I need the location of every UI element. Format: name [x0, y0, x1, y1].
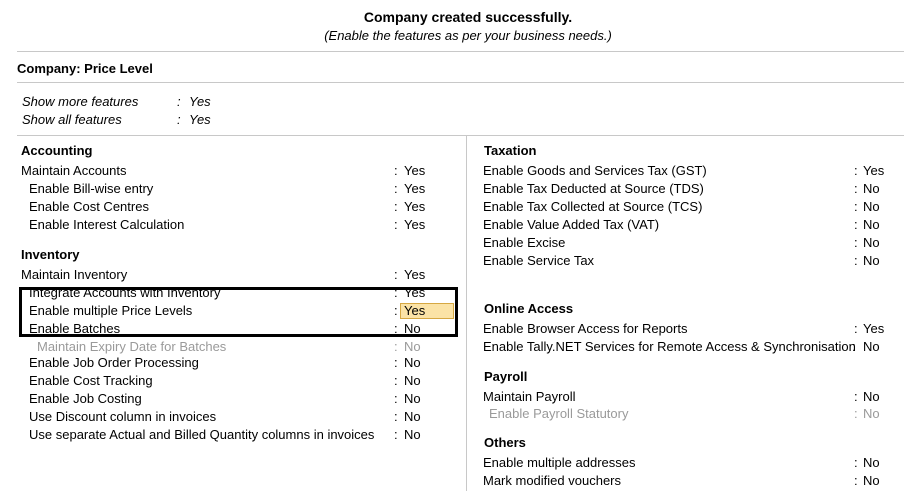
feature-interest-calculation[interactable]: Enable Interest Calculation : Yes [29, 216, 461, 234]
feature-tally-net-services[interactable]: Enable Tally.NET Services for Remote Acc… [483, 338, 901, 356]
feature-maintain-inventory[interactable]: Maintain Inventory : Yes [21, 266, 461, 284]
payroll-heading: Payroll [484, 369, 528, 384]
feature-maintain-accounts[interactable]: Maintain Accounts : Yes [21, 162, 461, 180]
feature-maintain-payroll[interactable]: Maintain Payroll : No [483, 388, 901, 406]
feature-job-costing[interactable]: Enable Job Costing : No [29, 390, 461, 408]
feature-service-tax[interactable]: Enable Service Tax : No [483, 252, 901, 270]
feature-excise[interactable]: Enable Excise : No [483, 234, 901, 252]
feature-job-order-processing[interactable]: Enable Job Order Processing : No [29, 354, 461, 372]
feature-gst[interactable]: Enable Goods and Services Tax (GST) : Ye… [483, 162, 901, 180]
feature-tds[interactable]: Enable Tax Deducted at Source (TDS) : No [483, 180, 901, 198]
feature-payroll-statutory[interactable]: Enable Payroll Statutory : No [489, 405, 901, 423]
others-heading: Others [484, 435, 526, 450]
feature-vat[interactable]: Enable Value Added Tax (VAT) : No [483, 216, 901, 234]
feature-enable-batches[interactable]: Enable Batches : No [29, 320, 461, 338]
section-divider [17, 135, 904, 136]
success-banner: Company created successfully. (Enable th… [0, 0, 904, 52]
banner-divider [17, 51, 904, 52]
feature-cost-tracking[interactable]: Enable Cost Tracking : No [29, 372, 461, 390]
feature-bill-wise-entry[interactable]: Enable Bill-wise entry : Yes [29, 180, 461, 198]
banner-subtitle: (Enable the features as per your busines… [324, 28, 612, 43]
taxation-heading: Taxation [484, 143, 537, 158]
feature-actual-billed-quantity[interactable]: Use separate Actual and Billed Quantity … [29, 426, 461, 444]
company-title: Company: Price Level [17, 61, 153, 76]
column-divider [466, 135, 467, 491]
feature-multiple-addresses[interactable]: Enable multiple addresses : No [483, 454, 901, 472]
feature-mark-modified-vouchers[interactable]: Mark modified vouchers : No [483, 472, 901, 490]
option-show-all-features[interactable]: Show all features : Yes [22, 111, 322, 129]
online-access-heading: Online Access [484, 301, 574, 316]
feature-discount-column[interactable]: Use Discount column in invoices : No [29, 408, 461, 426]
title-divider [17, 82, 904, 83]
banner-title: Company created successfully. [363, 9, 573, 25]
inventory-heading: Inventory [21, 247, 80, 262]
feature-multiple-price-levels[interactable]: Enable multiple Price Levels : [29, 302, 398, 320]
feature-tcs[interactable]: Enable Tax Collected at Source (TCS) : N… [483, 198, 901, 216]
feature-browser-access[interactable]: Enable Browser Access for Reports : Yes [483, 320, 901, 338]
price-levels-value-field[interactable]: Yes [400, 303, 454, 319]
accounting-heading: Accounting [21, 143, 93, 158]
feature-cost-centres[interactable]: Enable Cost Centres : Yes [29, 198, 461, 216]
option-show-more-features[interactable]: Show more features : Yes [22, 93, 322, 111]
